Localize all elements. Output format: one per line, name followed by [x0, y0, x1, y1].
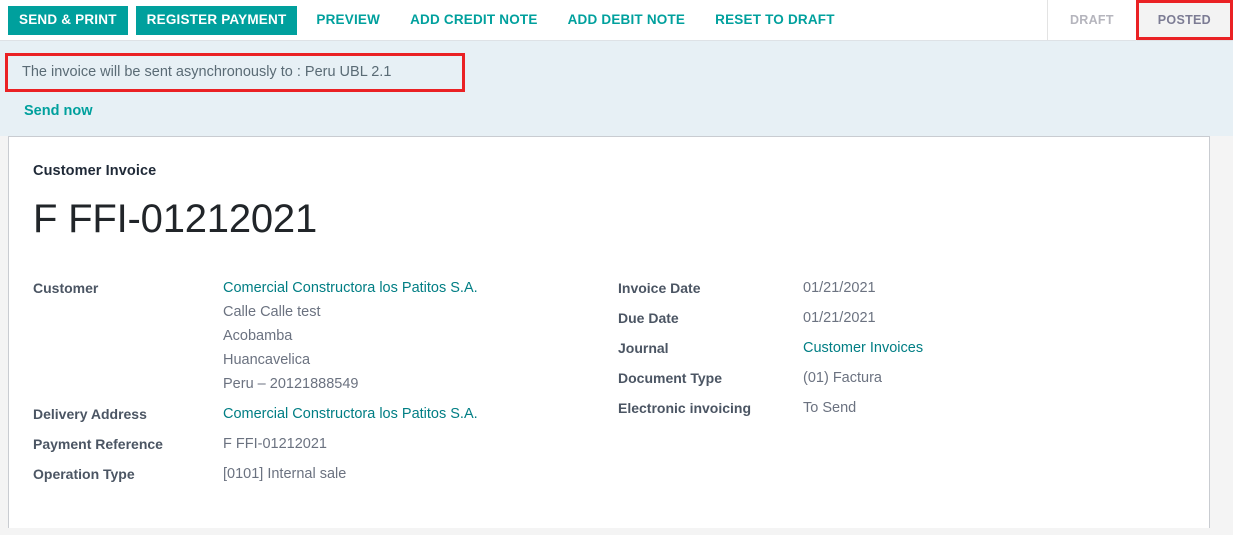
action-buttons-group: SEND & PRINT REGISTER PAYMENT PREVIEW AD… — [0, 0, 846, 40]
field-label-customer: Customer — [33, 276, 223, 300]
field-value-line[interactable]: Comercial Constructora los Patitos S.A. — [223, 276, 478, 300]
field-row-customer: CustomerComercial Constructora los Patit… — [33, 276, 618, 396]
field-row-payment-reference: Payment ReferenceF FFI-01212021 — [33, 432, 618, 456]
field-row-electronic-invoicing: Electronic invoicingTo Send — [618, 396, 1185, 420]
field-value-line: To Send — [803, 396, 856, 420]
field-row-document-type: Document Type(01) Factura — [618, 366, 1185, 390]
field-value-document-type: (01) Factura — [803, 366, 882, 390]
page-title: F FFI-01212021 — [33, 195, 1185, 243]
invoice-fields-right-column: Invoice Date01/21/2021Due Date01/21/2021… — [618, 276, 1185, 492]
toolbar-spacer — [846, 0, 1043, 40]
field-value-line: F FFI-01212021 — [223, 432, 327, 456]
send-now-link[interactable]: Send now — [24, 103, 92, 119]
control-panel: SEND & PRINT REGISTER PAYMENT PREVIEW AD… — [0, 0, 1233, 41]
field-value-line: Calle Calle test — [223, 300, 478, 324]
reset-to-draft-button[interactable]: RESET TO DRAFT — [704, 6, 846, 35]
field-row-operation-type: Operation Type[0101] Internal sale — [33, 462, 618, 486]
field-value-invoice-date: 01/21/2021 — [803, 276, 876, 300]
preview-button[interactable]: PREVIEW — [305, 6, 391, 35]
field-value-line: Huancavelica — [223, 348, 478, 372]
field-label-invoice-date: Invoice Date — [618, 276, 803, 300]
field-label-journal: Journal — [618, 336, 803, 360]
field-value-line: (01) Factura — [803, 366, 882, 390]
field-label-operation-type: Operation Type — [33, 462, 223, 486]
send-and-print-button[interactable]: SEND & PRINT — [8, 6, 128, 35]
invoice-fields-left-column: CustomerComercial Constructora los Patit… — [33, 276, 618, 492]
invoice-fields: CustomerComercial Constructora los Patit… — [33, 276, 1185, 492]
field-label-delivery-address: Delivery Address — [33, 402, 223, 426]
async-send-alert-text: The invoice will be sent asynchronously … — [22, 64, 391, 80]
invoice-form-sheet: Customer Invoice F FFI-01212021 Customer… — [8, 136, 1210, 528]
field-value-line: 01/21/2021 — [803, 276, 876, 300]
field-value-due-date: 01/21/2021 — [803, 306, 876, 330]
field-row-journal: JournalCustomer Invoices — [618, 336, 1185, 360]
add-credit-note-button[interactable]: ADD CREDIT NOTE — [399, 6, 549, 35]
field-value-customer: Comercial Constructora los Patitos S.A.C… — [223, 276, 478, 396]
field-value-electronic-invoicing: To Send — [803, 396, 856, 420]
field-label-document-type: Document Type — [618, 366, 803, 390]
field-label-payment-reference: Payment Reference — [33, 432, 223, 456]
field-value-line: [0101] Internal sale — [223, 462, 346, 486]
field-value-delivery-address: Comercial Constructora los Patitos S.A. — [223, 402, 478, 426]
register-payment-button[interactable]: REGISTER PAYMENT — [136, 6, 298, 35]
field-row-due-date: Due Date01/21/2021 — [618, 306, 1185, 330]
add-debit-note-button[interactable]: ADD DEBIT NOTE — [557, 6, 697, 35]
field-value-line[interactable]: Customer Invoices — [803, 336, 923, 360]
field-value-line: 01/21/2021 — [803, 306, 876, 330]
status-bar: DRAFT POSTED — [1047, 0, 1233, 40]
field-value-line: Peru – 20121888549 — [223, 372, 478, 396]
field-value-journal: Customer Invoices — [803, 336, 923, 360]
notification-banner: The invoice will be sent asynchronously … — [0, 41, 1233, 136]
status-step-posted[interactable]: POSTED — [1136, 0, 1233, 40]
field-row-delivery-address: Delivery AddressComercial Constructora l… — [33, 402, 618, 426]
field-value-operation-type: [0101] Internal sale — [223, 462, 346, 486]
sheet-container: Customer Invoice F FFI-01212021 Customer… — [0, 136, 1233, 528]
field-value-line[interactable]: Comercial Constructora los Patitos S.A. — [223, 402, 478, 426]
field-label-electronic-invoicing: Electronic invoicing — [618, 396, 803, 420]
document-type-heading: Customer Invoice — [33, 163, 1185, 179]
field-label-due-date: Due Date — [618, 306, 803, 330]
status-step-draft[interactable]: DRAFT — [1048, 0, 1136, 40]
async-send-alert: The invoice will be sent asynchronously … — [5, 53, 465, 92]
field-row-invoice-date: Invoice Date01/21/2021 — [618, 276, 1185, 300]
field-value-line: Acobamba — [223, 324, 478, 348]
field-value-payment-reference: F FFI-01212021 — [223, 432, 327, 456]
